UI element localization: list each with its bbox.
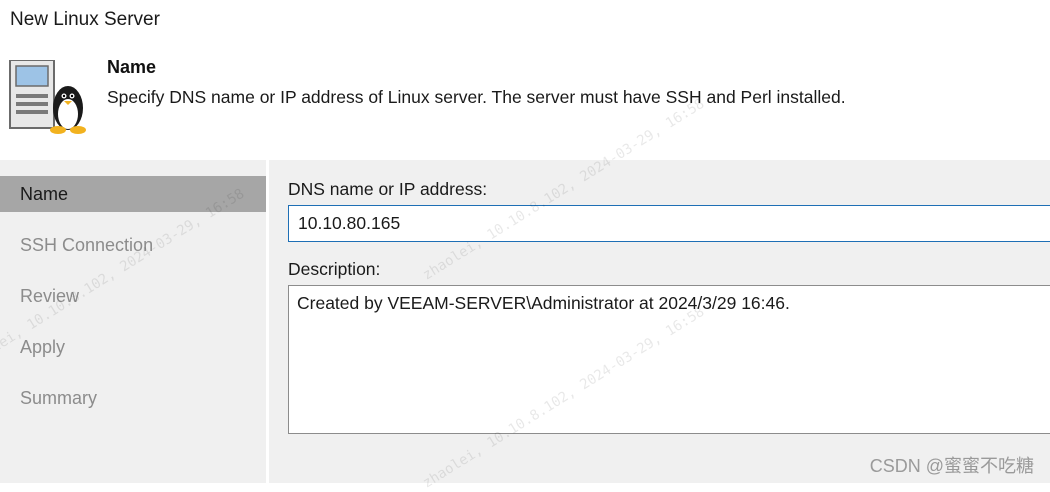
window-title: New Linux Server <box>10 9 160 30</box>
nav-step-summary[interactable]: Summary <box>0 380 266 416</box>
step-title: Name <box>107 57 157 77</box>
nav-step-name[interactable]: Name <box>0 176 266 212</box>
dns-name-input[interactable] <box>288 205 1050 242</box>
dns-name-label: DNS name or IP address: <box>288 179 488 199</box>
step-description: Specify DNS name or IP address of Linux … <box>107 87 846 107</box>
csdn-watermark: CSDN @蜜蜜不吃糖 <box>869 456 1034 476</box>
linux-server-icon <box>8 59 88 136</box>
description-label: Description: <box>288 259 381 279</box>
description-textarea[interactable]: Created by VEEAM-SERVER\Administrator at… <box>288 285 1050 434</box>
nav-step-review[interactable]: Review <box>0 278 266 314</box>
nav-step-ssh-connection[interactable]: SSH Connection <box>0 227 266 263</box>
nav-step-apply[interactable]: Apply <box>0 329 266 365</box>
